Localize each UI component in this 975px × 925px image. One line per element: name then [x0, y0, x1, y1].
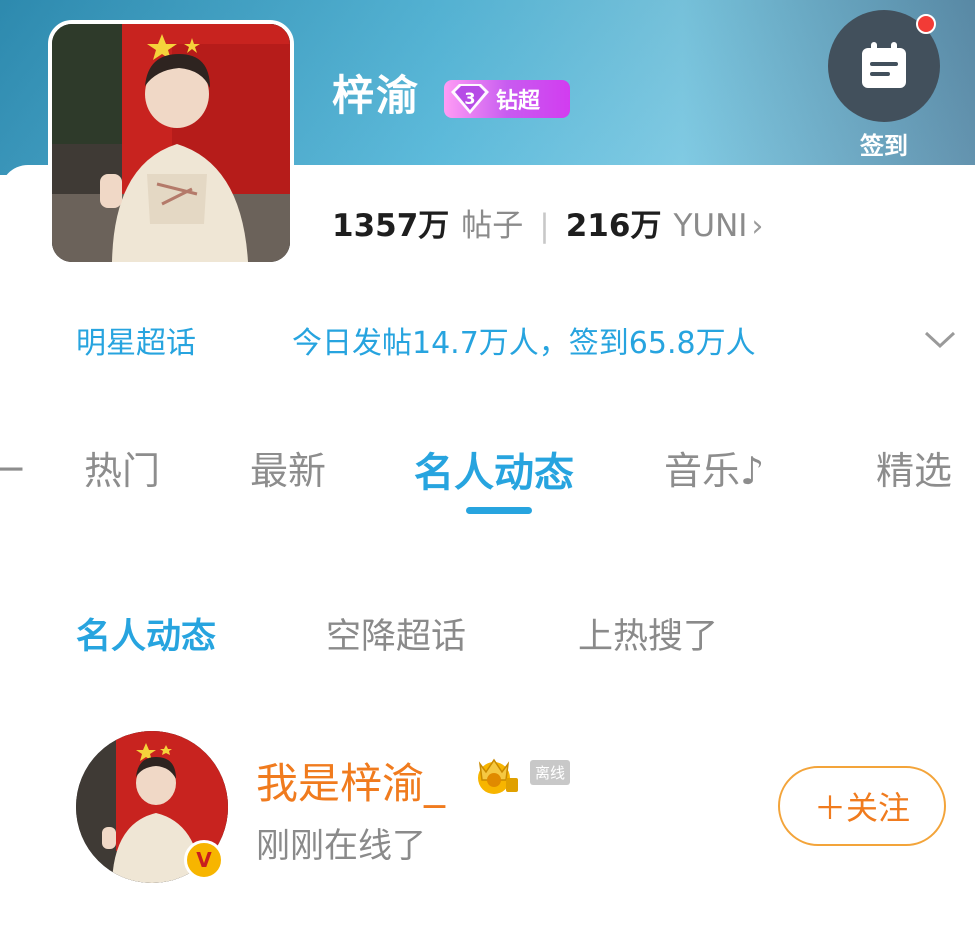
posts-count: 1357万 [332, 208, 450, 244]
main-tabs: 一 热门 最新 名人动态 音乐♪ 精选 [0, 440, 975, 500]
notification-dot [916, 14, 936, 34]
topic-cover-image[interactable] [48, 20, 294, 266]
topic-info-row[interactable]: 明星超话 今日发帖14.7万人，签到65.8万人 [0, 318, 975, 368]
chevron-down-icon[interactable] [922, 324, 958, 359]
subtab-trending[interactable]: 上热搜了 [578, 608, 718, 659]
topic-stats[interactable]: 1357万 帖子 | 216万 YUNI › [332, 200, 763, 245]
verified-badge: V [184, 840, 224, 880]
badge-label: 钻超 [496, 89, 541, 114]
post-username[interactable]: 我是梓渝_ [256, 750, 445, 811]
active-tab-indicator [466, 507, 532, 514]
tab-latest[interactable]: 最新 [250, 440, 326, 495]
crown-icon [470, 754, 522, 798]
subtab-airdrop[interactable]: 空降超话 [326, 608, 466, 659]
posts-unit: 帖子 [461, 208, 524, 244]
badge-level: 3 [464, 89, 475, 108]
stats-divider: | [539, 208, 550, 244]
offline-tag: 离线 [530, 760, 571, 785]
diamond-icon: 3 [444, 80, 496, 118]
fans-count: 216万 [565, 208, 662, 244]
fans-unit: YUNI [673, 208, 748, 244]
topic-title: 梓渝 [332, 71, 421, 120]
tab-hot[interactable]: 热门 [84, 440, 160, 495]
checkin-label[interactable]: 签到 [828, 126, 940, 161]
tab-celebrity-news[interactable]: 名人动态 [414, 440, 574, 498]
tab-music[interactable]: 音乐♪ [664, 440, 764, 495]
subtab-celebrity-news[interactable]: 名人动态 [76, 608, 216, 659]
level-badge[interactable]: 3 钻超 [444, 80, 570, 118]
follow-button[interactable]: ＋关注 [778, 766, 946, 846]
calendar-icon [862, 42, 906, 88]
chevron-right-icon: › [751, 209, 764, 244]
tab-featured[interactable]: 精选 [876, 440, 952, 495]
topic-daily-stats: 今日发帖14.7万人，签到65.8万人 [292, 326, 756, 361]
topic-category[interactable]: 明星超话 [76, 318, 196, 362]
post-status-text: 刚刚在线了 [256, 826, 426, 866]
tab-partial-left[interactable]: 一 [0, 440, 24, 495]
